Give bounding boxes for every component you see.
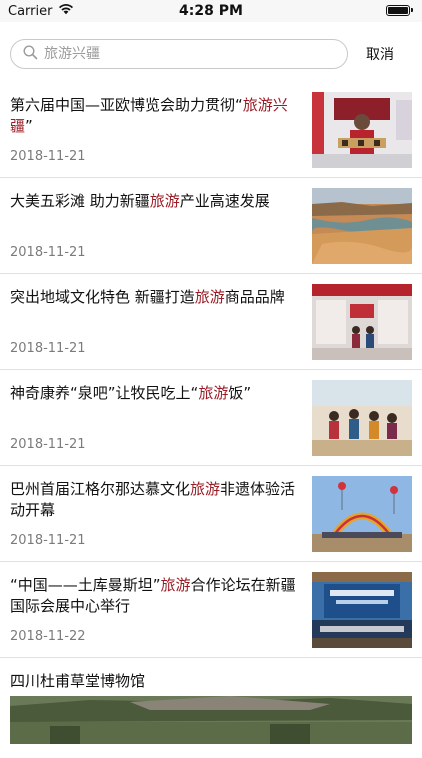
news-item[interactable]: “中国——土库曼斯坦”旅游合作论坛在新疆国际会展中心举行 2018-11-22 bbox=[0, 562, 422, 658]
news-date: 2018-11-21 bbox=[10, 245, 86, 260]
news-date: 2018-11-21 bbox=[10, 437, 86, 452]
news-thumbnail bbox=[312, 572, 412, 648]
news-item[interactable]: 巴州首届江格尔那达慕文化旅游非遗体验活动开幕 2018-11-21 bbox=[0, 466, 422, 562]
news-date: 2018-11-22 bbox=[10, 629, 86, 644]
news-thumbnail bbox=[312, 188, 412, 264]
news-title: 巴州首届江格尔那达慕文化旅游非遗体验活动开幕 bbox=[10, 479, 300, 521]
news-title: “中国——土库曼斯坦”旅游合作论坛在新疆国际会展中心举行 bbox=[10, 575, 300, 617]
featured-title: 四川杜甫草堂博物馆 bbox=[10, 672, 146, 690]
news-thumbnail bbox=[312, 284, 412, 360]
news-title: 第六届中国—亚欧博览会助力贯彻“旅游兴疆” bbox=[10, 95, 300, 137]
news-title: 神奇康养“泉吧”让牧民吃上“旅游饭” bbox=[10, 383, 300, 404]
featured-item[interactable]: 四川杜甫草堂博物馆 bbox=[0, 658, 422, 758]
title-text: 神奇康养“泉吧”让牧民吃上“ bbox=[10, 384, 199, 402]
news-title: 大美五彩滩 助力新疆旅游产业高速发展 bbox=[10, 191, 300, 212]
news-title: 突出地域文化特色 新疆打造旅游商品品牌 bbox=[10, 287, 300, 308]
title-keyword: 旅游 bbox=[149, 192, 180, 210]
news-item[interactable]: 第六届中国—亚欧博览会助力贯彻“旅游兴疆” 2018-11-21 bbox=[0, 82, 422, 178]
news-item[interactable]: 突出地域文化特色 新疆打造旅游商品品牌 2018-11-21 bbox=[0, 274, 422, 370]
status-bar: Carrier 4:28 PM bbox=[0, 0, 422, 22]
search-field[interactable] bbox=[10, 39, 348, 69]
battery-icon bbox=[386, 5, 413, 16]
search-input[interactable] bbox=[44, 46, 314, 62]
news-item[interactable]: 大美五彩滩 助力新疆旅游产业高速发展 2018-11-21 bbox=[0, 178, 422, 274]
title-text: 第六届中国—亚欧博览会助力贯彻“ bbox=[10, 96, 243, 114]
cancel-button[interactable]: 取消 bbox=[366, 44, 394, 64]
title-keyword: 旅游 bbox=[194, 288, 225, 306]
title-text: 商品品牌 bbox=[224, 288, 285, 306]
news-thumbnail bbox=[312, 92, 412, 168]
title-text: ” bbox=[25, 117, 33, 135]
featured-image bbox=[10, 696, 412, 744]
news-list: 第六届中国—亚欧博览会助力贯彻“旅游兴疆” 2018-11-21 大美五彩滩 助… bbox=[0, 82, 422, 758]
title-keyword: 旅游 bbox=[190, 480, 221, 498]
status-time: 4:28 PM bbox=[179, 3, 243, 19]
news-item[interactable]: 神奇康养“泉吧”让牧民吃上“旅游饭” 2018-11-21 bbox=[0, 370, 422, 466]
search-icon bbox=[23, 44, 38, 64]
news-thumbnail bbox=[312, 380, 412, 456]
title-text: “中国——土库曼斯坦” bbox=[10, 576, 161, 594]
title-text: 饭” bbox=[228, 384, 252, 402]
title-text: 巴州首届江格尔那达慕文化 bbox=[10, 480, 191, 498]
news-date: 2018-11-21 bbox=[10, 533, 86, 548]
title-text: 大美五彩滩 助力新疆 bbox=[10, 192, 150, 210]
title-keyword: 旅游 bbox=[160, 576, 191, 594]
news-date: 2018-11-21 bbox=[10, 149, 86, 164]
title-text: 突出地域文化特色 新疆打造 bbox=[10, 288, 195, 306]
title-keyword: 旅游 bbox=[198, 384, 229, 402]
news-thumbnail bbox=[312, 476, 412, 552]
news-date: 2018-11-21 bbox=[10, 341, 86, 356]
search-bar: 取消 bbox=[0, 22, 422, 82]
title-text: 产业高速发展 bbox=[179, 192, 270, 210]
